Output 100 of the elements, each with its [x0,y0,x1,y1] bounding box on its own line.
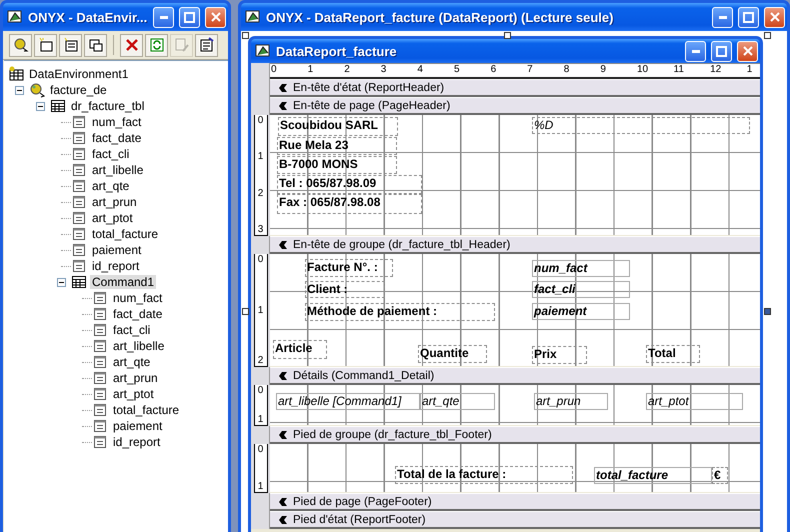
toolbar-button[interactable] [59,34,82,56]
grid-icon [71,274,87,290]
data-field[interactable]: num_fact [532,260,630,277]
report-label[interactable]: Tel : 065/87.98.09 [277,175,422,194]
window-title: ONYX - DataEnvir... [28,10,148,24]
ruler-number: 10 [636,64,648,75]
maximize-button[interactable] [738,6,759,28]
ruler-number: 6 [490,64,496,75]
database-icon [29,82,45,98]
tree-item[interactable]: facture_de [48,83,109,97]
toolbar-button[interactable] [195,34,218,56]
resize-handle[interactable] [764,308,771,315]
report-label[interactable]: Total [646,345,700,363]
data-field[interactable]: paiement [532,303,630,320]
close-button[interactable] [737,40,758,62]
ruler-number: 0 [258,254,264,265]
minimize-button[interactable] [685,40,706,62]
report-label[interactable]: Facture N°. : [305,259,393,277]
tree-item[interactable]: total_facture [111,403,182,417]
field-icon [92,418,108,434]
minimize-icon [692,50,700,52]
resize-handle[interactable] [242,308,249,315]
tree-item[interactable]: fact_cli [111,323,152,337]
tree-item[interactable]: art_prun [90,195,139,209]
app-icon [245,9,261,25]
minimize-button[interactable] [712,6,733,28]
section-bar[interactable]: En-tête d'état (ReportHeader) [270,79,760,97]
ruler-number: 2 [344,64,350,75]
section-bar[interactable]: En-tête de page (PageHeader) [270,97,760,115]
tree-item[interactable]: art_qte [90,179,132,193]
tree-item[interactable]: id_report [90,259,142,273]
tree-item[interactable]: art_libelle [90,163,146,177]
report-label[interactable]: Client : [305,281,385,298]
field-icon [71,130,87,146]
arrow-icon [277,82,288,92]
tree-item[interactable]: fact_date [90,131,144,145]
report-label[interactable]: Rue Mela 23 [277,137,397,155]
section-bar[interactable]: Pied d'état (ReportFooter) [270,511,760,529]
ruler-number: 1 [258,481,264,492]
resize-handle[interactable] [764,32,771,39]
close-button[interactable] [764,6,785,28]
minimize-button[interactable] [153,6,174,28]
collapse-toggle[interactable] [15,86,24,94]
report-label[interactable]: Prix [532,346,587,364]
tree-item[interactable]: total_facture [90,227,160,241]
report-label[interactable]: Scoubidou SARL [278,117,398,136]
child-window-icon [88,37,104,53]
tree-item[interactable]: Command1 [90,275,156,289]
report-label[interactable]: Quantite [418,345,487,363]
section-bar[interactable]: En-tête de groupe (dr_facture_tbl_Header) [270,236,760,254]
resize-handle[interactable] [242,32,249,39]
section-bar[interactable]: Détails (Command1_Detail) [270,367,760,385]
close-button[interactable] [205,6,226,28]
data-field[interactable]: art_ptot [646,393,743,410]
edit-icon [174,37,190,53]
data-field[interactable]: art_qte [420,393,495,410]
tree-item[interactable]: paiement [90,243,144,257]
report-label[interactable]: Total de la facture : [395,466,573,484]
tree-item[interactable]: dr_facture_tbl [69,99,146,113]
tree-item[interactable]: num_fact [90,115,144,129]
minimize-icon [160,16,168,18]
tree-item[interactable]: art_ptot [111,387,156,401]
report-label[interactable]: B-7000 MONS [277,156,397,174]
tree-item[interactable]: art_prun [111,371,160,385]
data-field[interactable]: art_libelle [Command1] [276,393,420,410]
arrow-icon [277,240,288,250]
report-label[interactable]: Méthode de paiement : [305,303,495,321]
report-label[interactable]: %D [532,117,750,134]
tree-item[interactable]: art_ptot [90,211,135,225]
ruler-number: 1 [308,64,314,75]
toolbar-button[interactable] [84,34,107,56]
report-label[interactable]: Article [273,340,327,359]
report-label[interactable]: € [712,467,728,484]
field-icon [71,226,87,242]
tree-item[interactable]: id_report [111,435,162,449]
collapse-toggle[interactable] [57,278,66,286]
data-field[interactable]: art_prun [534,393,608,410]
tree-item[interactable]: num_fact [111,291,164,305]
tree-item[interactable]: fact_date [111,307,164,321]
field-icon [71,162,87,178]
tree-item[interactable]: art_qte [111,355,152,369]
field-icon [71,242,87,258]
tree-item[interactable]: art_libelle [111,339,166,353]
ruler-number: 1 [258,414,264,425]
maximize-button[interactable] [179,6,200,28]
field-icon [92,354,108,370]
data-field[interactable]: total_facture [594,467,712,484]
data-field[interactable]: fact_cli [532,281,630,298]
toolbar-button[interactable] [9,34,32,56]
section-bar[interactable]: Pied de groupe (dr_facture_tbl_Footer) [270,426,760,444]
section-bar[interactable]: Pied de page (PageFooter) [270,493,760,511]
report-label[interactable]: Fax : 065/87.98.08 [277,194,422,214]
resize-handle[interactable] [504,32,511,39]
ruler-number: 2 [258,355,264,366]
toolbar-button[interactable] [34,34,57,56]
tree-item[interactable]: DataEnvironment1 [27,67,130,81]
collapse-toggle[interactable] [36,102,45,110]
tree-item[interactable]: paiement [111,419,164,433]
maximize-button[interactable] [711,40,732,62]
tree-item[interactable]: fact_cli [90,147,132,161]
